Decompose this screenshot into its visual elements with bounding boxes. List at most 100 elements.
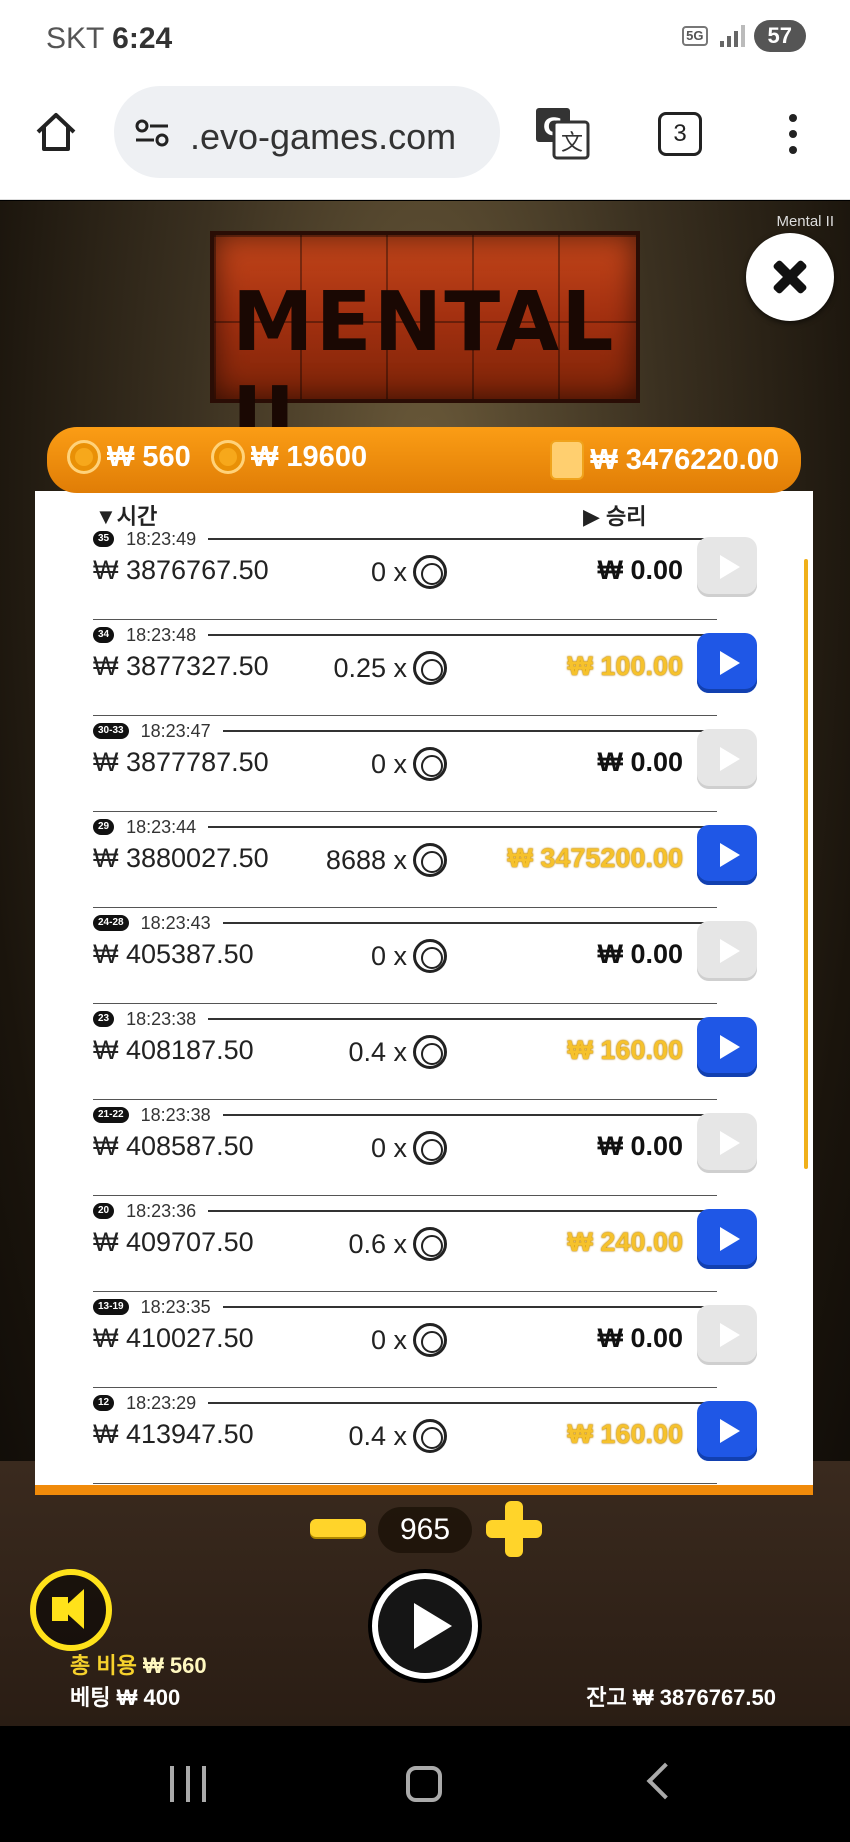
play-button[interactable] (372, 1573, 478, 1679)
replay-button[interactable] (697, 825, 757, 885)
row-balance: ₩ 410027.50 (93, 1323, 254, 1353)
row-header: 21-22 18:23:38 (93, 1105, 717, 1125)
sound-toggle-button[interactable] (30, 1569, 112, 1651)
round-time: 18:23:29 (126, 1392, 197, 1413)
network-5g-icon: 5G (682, 26, 708, 46)
replay-button[interactable] (697, 1401, 757, 1461)
translate-button[interactable]: G 文 (534, 106, 590, 160)
bonus-stat: ₩ 19600 (211, 440, 367, 474)
history-row: 20 18:23:36 ₩ 409707.50 0.6 x ₩ 240.00 (35, 1197, 813, 1293)
multiplier-value: 0.4 x (348, 1036, 407, 1067)
history-row: 29 18:23:44 ₩ 3880027.50 8688 x ₩ 347520… (35, 813, 813, 909)
coin-value: ₩ 560 (107, 440, 191, 473)
round-badge: 30-33 (93, 723, 129, 739)
coin-icon (211, 440, 245, 474)
divider (208, 1018, 717, 1020)
signal-icon (718, 23, 745, 49)
round-badge: 23 (93, 1011, 115, 1027)
round-badge: 12 (93, 1395, 115, 1411)
coin-icon (413, 843, 447, 877)
replay-button[interactable] (697, 633, 757, 693)
back-button[interactable] (646, 1762, 684, 1800)
scrollbar[interactable] (804, 559, 808, 1169)
divider (208, 634, 717, 636)
multiplier-value: 0 x (370, 748, 407, 779)
round-badge: 13-19 (93, 1299, 129, 1315)
row-multiplier: 0.4 x (348, 1035, 447, 1069)
round-badge: 35 (93, 531, 115, 547)
row-balance: ₩ 3876767.50 (93, 555, 269, 585)
balance-label: 잔고 (586, 1685, 627, 1710)
row-header: 34 18:23:48 (93, 625, 717, 645)
history-list: ▼시간 ▶ 승리 35 18:23:49 ₩ 3876767.50 0 x ₩ … (35, 491, 813, 1495)
row-win: ₩ 0.00 (597, 939, 683, 969)
row-win: ₩ 240.00 (567, 1227, 683, 1257)
history-row: 24-28 18:23:43 ₩ 405387.50 0 x ₩ 0.00 (35, 909, 813, 1005)
url-bar[interactable]: .evo-games.com (114, 86, 500, 178)
round-badge: 21-22 (93, 1107, 129, 1123)
coin-icon (413, 1035, 447, 1069)
replay-button[interactable] (697, 729, 757, 789)
round-time: 18:23:48 (126, 624, 197, 645)
coin-icon (413, 555, 447, 589)
multiplier-value: 0 x (370, 1324, 407, 1355)
site-settings-icon[interactable] (134, 118, 170, 148)
row-win: ₩ 100.00 (567, 651, 683, 681)
decrease-bet-button[interactable] (310, 1519, 366, 1537)
divider (222, 1114, 717, 1116)
round-time: 18:23:44 (126, 816, 197, 837)
home-button[interactable] (34, 110, 78, 154)
panel-header: ₩ 560 ₩ 19600 ₩ 3476220.00 (47, 427, 801, 493)
coin-icon (413, 1227, 447, 1261)
increase-bet-button[interactable] (486, 1501, 542, 1557)
svg-text:文: 文 (561, 131, 583, 156)
coin-icon (413, 1131, 447, 1165)
history-row: 13-19 18:23:35 ₩ 410027.50 0 x ₩ 0.00 (35, 1293, 813, 1389)
replay-button[interactable] (697, 1305, 757, 1365)
row-multiplier: 0 x (371, 1323, 447, 1357)
game-area: MENTAL II Mental II ▼시간 ▶ 승리 35 18:23:49… (0, 201, 850, 1726)
more-menu-icon[interactable] (780, 110, 806, 158)
row-balance: ₩ 3877327.50 (93, 651, 269, 681)
close-history-button[interactable] (746, 233, 834, 321)
divider (208, 538, 717, 540)
row-multiplier: 0 x (371, 1131, 447, 1165)
clock: 6:24 (112, 22, 173, 55)
divider (93, 619, 717, 620)
replay-button[interactable] (697, 537, 757, 597)
multiplier-value: 0.25 x (333, 652, 407, 683)
divider (93, 715, 717, 716)
row-balance: ₩ 408587.50 (93, 1131, 254, 1161)
replay-button[interactable] (697, 921, 757, 981)
divider (93, 907, 717, 908)
multiplier-value: 0 x (370, 1132, 407, 1163)
coin-icon (413, 1323, 447, 1357)
row-header: 30-33 18:23:47 (93, 721, 717, 741)
row-win: ₩ 0.00 (597, 1131, 683, 1161)
replay-button[interactable] (697, 1113, 757, 1173)
row-win: ₩ 0.00 (597, 747, 683, 777)
multiplier-value: 8688 x (325, 844, 407, 875)
replay-button[interactable] (697, 1209, 757, 1269)
status-carrier-time: SKT 6:24 (46, 22, 172, 56)
round-time: 18:23:38 (126, 1008, 197, 1029)
wallet-value: ₩ 3476220.00 (590, 443, 779, 476)
row-win: ₩ 160.00 (567, 1035, 683, 1065)
replay-button[interactable] (697, 1017, 757, 1077)
bonus-value: ₩ 19600 (251, 440, 368, 473)
battery-icon: 57 (753, 20, 806, 52)
browser-toolbar: .evo-games.com G 文 3 (0, 80, 850, 200)
url-text[interactable]: .evo-games.com (190, 116, 456, 158)
game-logo: MENTAL II (210, 231, 640, 465)
nav-home-button[interactable] (406, 1766, 442, 1802)
history-row: 21-22 18:23:38 ₩ 408587.50 0 x ₩ 0.00 (35, 1101, 813, 1197)
divider (93, 1483, 717, 1484)
recents-button[interactable] (170, 1766, 206, 1802)
tabs-button[interactable]: 3 (658, 112, 702, 156)
balance-value: ₩ 3876767.50 (632, 1685, 776, 1710)
status-icons: 5G 57 (682, 20, 806, 52)
row-multiplier: 8688 x (326, 843, 447, 877)
history-row: 34 18:23:48 ₩ 3877327.50 0.25 x ₩ 100.00 (35, 621, 813, 717)
divider (93, 1003, 717, 1004)
total-cost-value: ₩ 560 (142, 1653, 207, 1678)
